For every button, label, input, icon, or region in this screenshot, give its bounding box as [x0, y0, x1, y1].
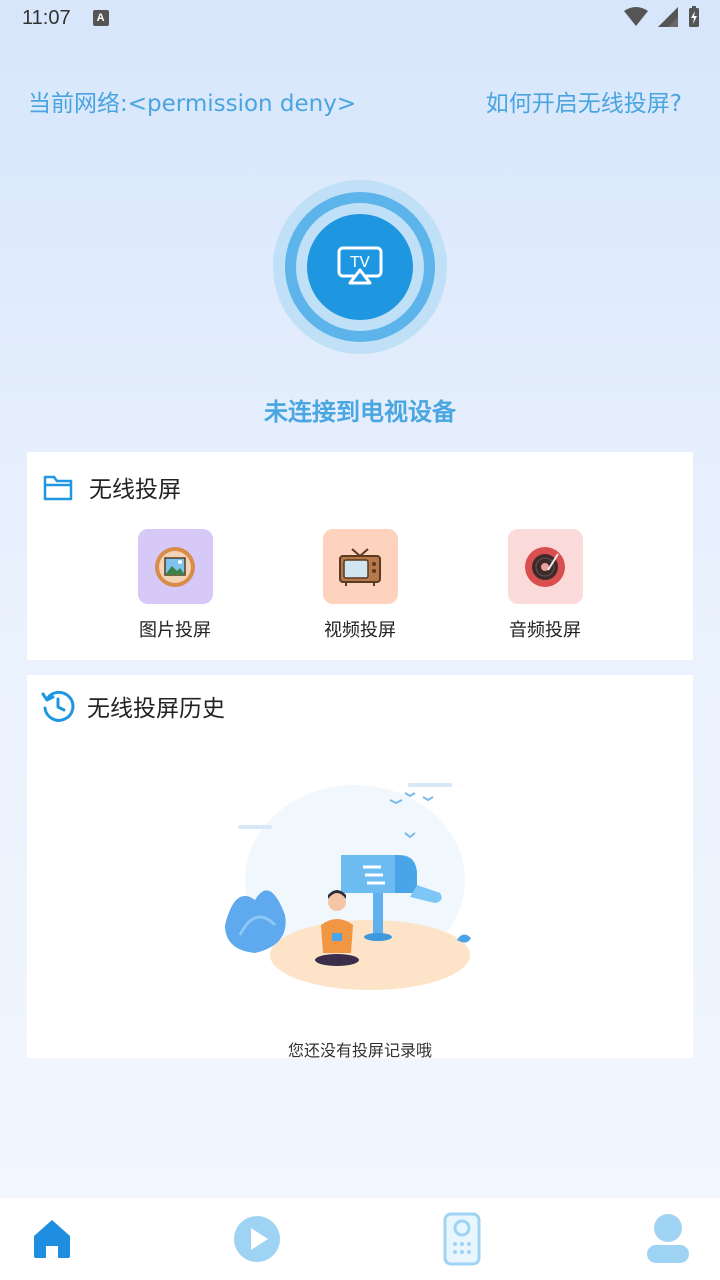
current-network-label: 当前网络:<permission deny> — [28, 91, 357, 117]
picture-cast-button[interactable]: 图片投屏 — [115, 529, 235, 642]
nav-play[interactable] — [233, 1215, 281, 1267]
wireless-cast-header: 无线投屏 — [43, 470, 181, 504]
audio-cast-button[interactable]: 音频投屏 — [485, 529, 605, 642]
video-cast-label: 视频投屏 — [324, 620, 396, 641]
empty-mailbox-illustration — [225, 783, 471, 990]
remote-icon — [443, 1212, 481, 1266]
cast-button[interactable]: TV — [273, 180, 447, 354]
status-indicators — [624, 6, 700, 28]
nav-remote[interactable] — [443, 1212, 481, 1270]
wireless-cast-title: 无线投屏 — [89, 477, 181, 503]
status-bar: 11:07 A — [0, 0, 720, 36]
history-icon — [41, 690, 75, 722]
cast-history-card: 无线投屏历史 您还没有投屏记录哦 — [27, 675, 693, 1060]
help-link[interactable]: 如何开启无线投屏? — [486, 84, 682, 118]
status-time: 11:07 — [22, 6, 71, 29]
home-icon — [34, 1220, 70, 1258]
connection-status: 未连接到电视设备 — [264, 398, 456, 426]
audio-cast-label: 音频投屏 — [509, 620, 581, 641]
battery-icon — [689, 6, 699, 27]
nav-profile[interactable] — [645, 1213, 691, 1269]
bottom-nav — [0, 1198, 720, 1280]
wifi-icon — [624, 7, 648, 26]
tv-icon — [339, 547, 381, 586]
cast-history-header: 无线投屏历史 — [41, 689, 225, 723]
play-icon — [234, 1216, 280, 1262]
record-player-icon — [525, 546, 565, 587]
empty-history-text: 您还没有投屏记录哦 — [287, 1041, 432, 1060]
screen-cast-icon: TV — [337, 246, 383, 285]
nav-home[interactable] — [30, 1216, 74, 1264]
folder-icon — [43, 475, 73, 501]
video-cast-button[interactable]: 视频投屏 — [300, 529, 420, 642]
picture-icon — [155, 546, 195, 587]
notification-icon: A — [92, 10, 109, 26]
wireless-cast-card: 无线投屏 图片投屏 视频投屏 音频投屏 — [27, 452, 693, 660]
tv-text: TV — [349, 253, 370, 271]
user-icon — [647, 1214, 689, 1263]
cellular-icon — [658, 7, 678, 27]
picture-cast-label: 图片投屏 — [139, 620, 211, 641]
cast-history-title: 无线投屏历史 — [87, 696, 225, 722]
